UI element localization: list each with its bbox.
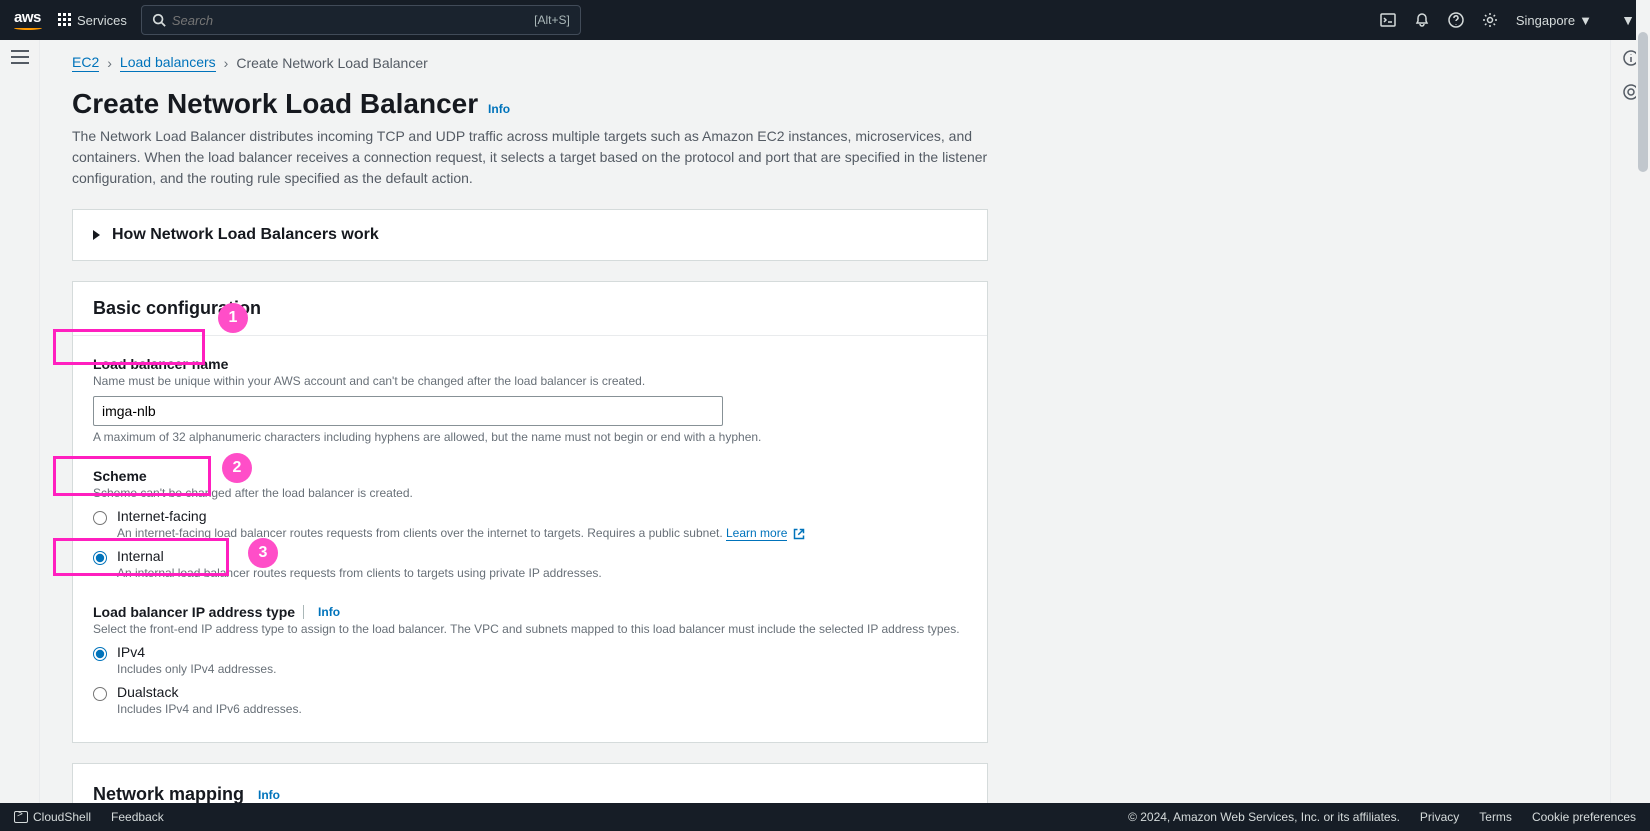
top-nav: aws Services [Alt+S] Singapore ▼ ▼ [0,0,1650,40]
page-description: The Network Load Balancer distributes in… [72,126,988,189]
iptype-label: Load balancer IP address type [93,604,295,620]
triangle-right-icon [93,230,100,240]
footer: CloudShell Feedback © 2024, Amazon Web S… [0,803,1650,831]
name-constraint: A maximum of 32 alphanumeric characters … [93,430,967,444]
dualstack-radio[interactable] [93,687,107,701]
copyright: © 2024, Amazon Web Services, Inc. or its… [1128,810,1400,824]
bell-icon[interactable] [1414,12,1430,28]
cloudshell-link[interactable]: CloudShell [14,810,91,824]
chevron-right-icon: › [107,55,112,71]
help-icon[interactable] [1448,12,1464,28]
ipv4-radio[interactable] [93,647,107,661]
iptype-info-link[interactable]: Info [318,605,340,619]
scheme-internal-radio[interactable] [93,551,107,565]
main-content: 1 2 3 EC2 › Load balancers › Create Netw… [40,40,1610,803]
ipv4-label: IPv4 [117,644,276,660]
ipv4-desc: Includes only IPv4 addresses. [117,662,276,676]
hamburger-icon[interactable] [11,50,29,64]
account-menu[interactable]: ▼ [1620,12,1636,28]
info-link[interactable]: Info [488,102,510,116]
annotation-2: 2 [222,453,252,483]
breadcrumb-current: Create Network Load Balancer [236,55,427,71]
breadcrumb: EC2 › Load balancers › Create Network Lo… [72,54,988,72]
search-box[interactable]: [Alt+S] [141,5,581,35]
search-shortcut: [Alt+S] [534,13,570,27]
services-menu[interactable]: Services [58,13,127,28]
annotation-3: 3 [248,538,278,568]
name-hint: Name must be unique within your AWS acco… [93,374,967,388]
breadcrumb-ec2[interactable]: EC2 [72,54,99,72]
annotation-1: 1 [218,303,248,333]
name-label: Load balancer name [93,356,967,372]
caret-down-icon: ▼ [1579,13,1592,28]
netmap-info-link[interactable]: Info [258,788,280,802]
cookie-link[interactable]: Cookie preferences [1532,810,1636,824]
iptype-hint: Select the front-end IP address type to … [93,622,967,636]
gear-icon[interactable] [1482,12,1498,28]
network-mapping-panel: Network mapping Info The load balancer r… [72,763,988,803]
search-icon [152,13,166,27]
scheme-internet-radio[interactable] [93,511,107,525]
cloudshell-icon[interactable] [1380,12,1396,28]
basic-config-panel: Basic configuration Load balancer name N… [72,281,988,743]
scheme-internet-desc: An internet-facing load balancer routes … [117,526,805,540]
region-selector[interactable]: Singapore ▼ [1516,13,1592,28]
scheme-internal-label: Internal [117,548,602,564]
how-it-works-panel[interactable]: How Network Load Balancers work [72,209,988,261]
scheme-internet-label: Internet-facing [117,508,805,524]
feedback-link[interactable]: Feedback [111,810,164,824]
aws-logo[interactable]: aws [14,10,42,30]
scheme-internal-desc: An internal load balancer routes request… [117,566,602,580]
chevron-right-icon: › [224,55,229,71]
grid-icon [58,13,72,27]
search-input[interactable] [172,13,534,28]
name-input[interactable] [93,396,723,426]
netmap-heading: Network mapping [93,784,244,803]
terms-link[interactable]: Terms [1479,810,1512,824]
learn-more-link[interactable]: Learn more [726,526,787,541]
sidebar-collapsed [0,40,40,803]
cloudshell-icon [14,811,28,823]
page-title: Create Network Load Balancer [72,88,478,119]
scheme-hint: Scheme can't be changed after the load b… [93,486,967,500]
dualstack-label: Dualstack [117,684,302,700]
scrollbar-thumb[interactable] [1638,32,1648,172]
privacy-link[interactable]: Privacy [1420,810,1459,824]
breadcrumb-lb[interactable]: Load balancers [120,54,216,72]
scrollbar-track[interactable] [1636,0,1650,831]
external-link-icon [793,528,805,540]
dualstack-desc: Includes IPv4 and IPv6 addresses. [117,702,302,716]
